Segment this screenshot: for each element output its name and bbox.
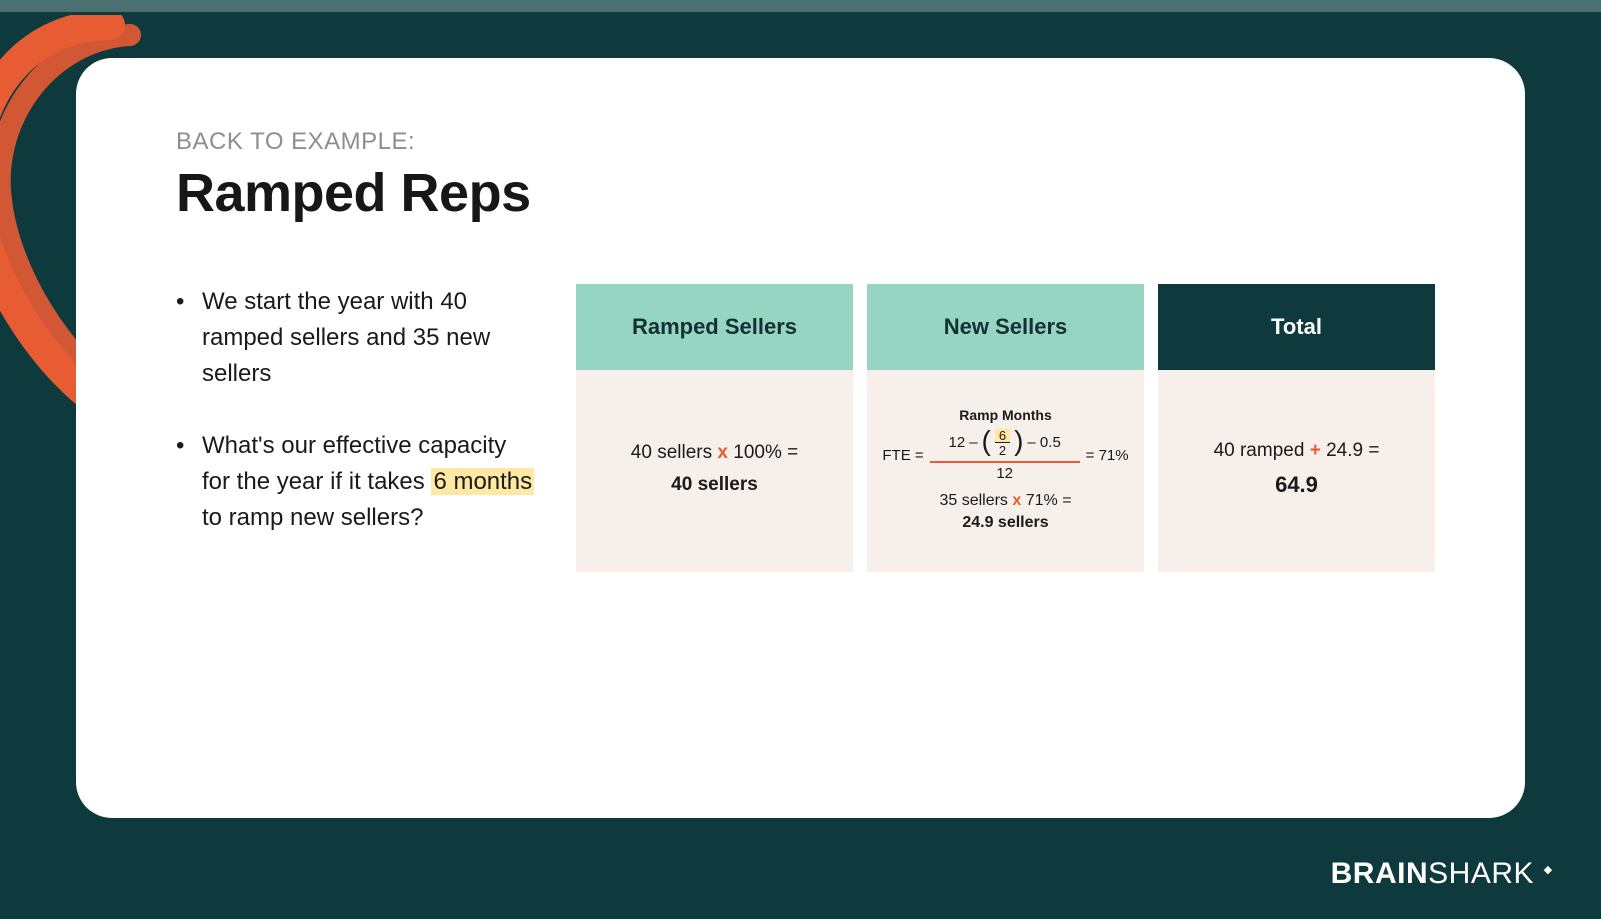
kicker-text: BACK TO EXAMPLE: (176, 128, 1435, 156)
paren-open-icon: ( (982, 430, 991, 452)
box-ramped-sellers: Ramped Sellers 40 sellers x 100% = 40 se… (576, 284, 853, 572)
fte-label: FTE = (882, 447, 923, 464)
box-new-sellers: New Sellers Ramp Months FTE = 12 – ( 6 (867, 284, 1144, 572)
fte-fraction: 12 – ( 6 2 ) – 0.5 12 (930, 429, 1080, 482)
total-40-ramped: 40 ramped (1214, 440, 1310, 461)
six-over-two: 6 2 (995, 429, 1010, 457)
new-sellers-result: 24.9 sellers (962, 514, 1048, 532)
paren-close-icon: ) (1014, 430, 1023, 452)
window-top-bar (0, 0, 1601, 12)
frac-num-6: 6 (995, 429, 1010, 443)
highlight-6-months: 6 months (431, 468, 534, 495)
equals-71pct: = 71% (1086, 447, 1129, 464)
total-result: 64.9 (1275, 472, 1318, 498)
multiply-icon-2: x (1012, 492, 1021, 509)
ramped-result: 40 sellers (671, 474, 758, 496)
ramped-formula-line: 40 sellers x 100% = (631, 442, 798, 464)
minus-0-5: – 0.5 (1027, 434, 1060, 451)
slide-card: BACK TO EXAMPLE: Ramped Reps We start th… (76, 58, 1525, 818)
box-total: Total 40 ramped + 24.9 = 64.9 (1158, 284, 1435, 572)
bullet-1: We start the year with 40 ramped sellers… (176, 284, 536, 392)
total-formula-line: 40 ramped + 24.9 = (1214, 440, 1380, 462)
ramped-100pct: 100% = (728, 442, 798, 463)
fte-formula: FTE = 12 – ( 6 2 ) – 0 (882, 429, 1128, 482)
new-sellers-formula: 35 sellers x 71% = (939, 492, 1071, 510)
fte-numerator: 12 – ( 6 2 ) – 0.5 (949, 429, 1061, 459)
slide-title: Ramped Reps (176, 162, 1435, 224)
box-total-head: Total (1158, 284, 1435, 370)
box-ramped-head: Ramped Sellers (576, 284, 853, 370)
bullet-list: We start the year with 40 ramped sellers… (176, 284, 536, 572)
calc-boxes: Ramped Sellers 40 sellers x 100% = 40 se… (576, 284, 1435, 572)
multiply-icon: x (717, 442, 728, 463)
content-row: We start the year with 40 ramped sellers… (176, 284, 1435, 572)
box-total-body: 40 ramped + 24.9 = 64.9 (1158, 370, 1435, 572)
frac-den-2: 2 (995, 443, 1010, 457)
fraction-bar (930, 461, 1080, 463)
bullet-2: What's our effective capacity for the ye… (176, 428, 536, 536)
plus-icon: + (1310, 440, 1321, 461)
brainshark-logo: BRAINSHARK (1331, 857, 1541, 891)
box-ramped-body: 40 sellers x 100% = 40 sellers (576, 370, 853, 572)
bullet-2-post: to ramp new sellers? (202, 504, 423, 531)
brand-light: SHARK (1428, 857, 1534, 890)
fte-denominator: 12 (996, 465, 1013, 482)
total-24-9: 24.9 = (1321, 440, 1380, 461)
ramp-months-label: Ramp Months (959, 407, 1052, 423)
num-12: 12 (949, 434, 966, 451)
new-71pct: 71% = (1021, 492, 1071, 509)
box-new-head: New Sellers (867, 284, 1144, 370)
new-35-sellers: 35 sellers (939, 492, 1012, 509)
minus-1: – (969, 434, 977, 451)
box-new-body: Ramp Months FTE = 12 – ( 6 2 (867, 370, 1144, 572)
ramped-40-sellers: 40 sellers (631, 442, 718, 463)
brand-bold: BRAIN (1331, 857, 1429, 890)
